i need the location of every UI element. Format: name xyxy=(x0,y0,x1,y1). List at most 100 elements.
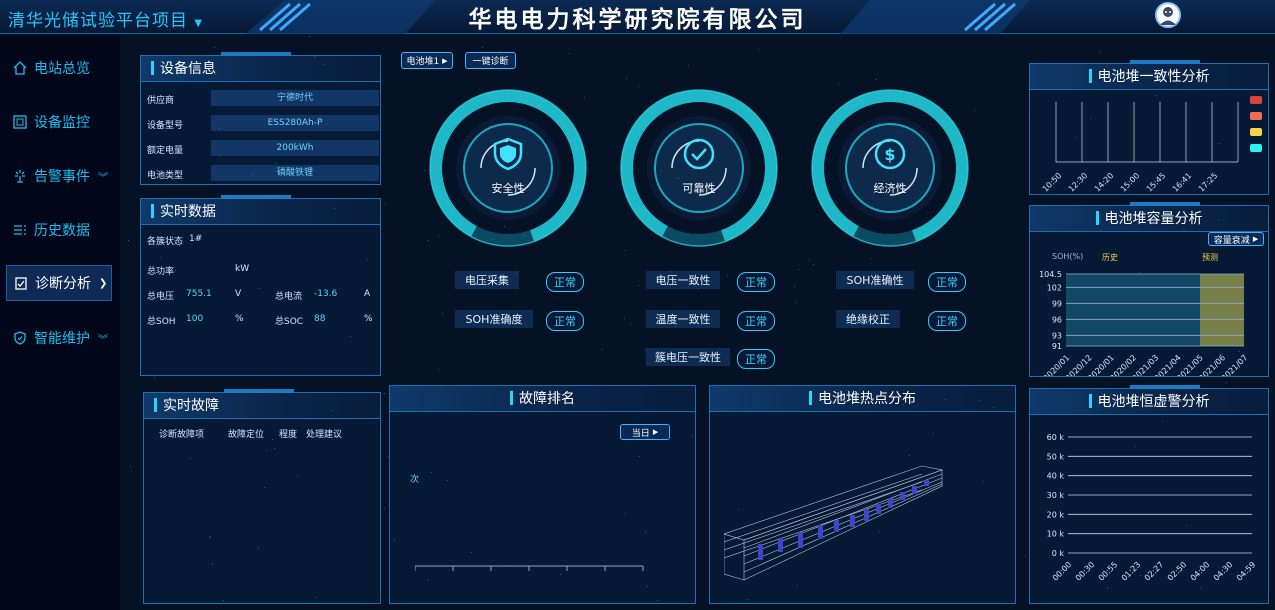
y-tick-label: 50 k xyxy=(1047,452,1065,461)
y-tick-label: 40 k xyxy=(1047,472,1065,481)
star-dot xyxy=(797,269,799,271)
star-dot xyxy=(423,169,425,171)
capacity-decay-label: 容量衰减 xyxy=(1213,235,1250,246)
period-select-button[interactable]: 当日 ▶ xyxy=(620,424,670,440)
page-title: 华电电力科学研究院有限公司 xyxy=(468,7,807,33)
total-voltage-unit: V xyxy=(235,289,242,299)
total-soc-unit: % xyxy=(364,314,373,324)
sidebar-item-label: 电站总览 xyxy=(34,61,90,77)
fault-ranking-panel: 故障排名 当日 ▶ 次 xyxy=(389,385,696,604)
x-tick-label: 14:20 xyxy=(1093,171,1116,192)
legend-swatch[interactable] xyxy=(1250,96,1262,104)
x-tick-label: 00:30 xyxy=(1074,560,1097,583)
total-soc-label: 总SOC xyxy=(275,317,304,327)
stack-select-button[interactable]: 电池堆1 ▶ xyxy=(401,52,453,69)
one-click-diagnosis-button[interactable]: 一键诊断 xyxy=(465,52,516,69)
x-tick-label: 02:50 xyxy=(1166,560,1189,583)
chevron-right-icon: ❯ xyxy=(99,277,108,289)
x-tick-label: 17:25 xyxy=(1197,171,1220,192)
star-dot xyxy=(128,240,130,242)
y-tick-label: 30 k xyxy=(1047,491,1065,500)
sidebar-item-label: 告警事件 xyxy=(34,169,90,185)
y-axis-unit: SOH(%) xyxy=(1052,252,1084,261)
total-power-label: 总功率 xyxy=(147,267,175,277)
star-dot xyxy=(629,323,631,325)
sidebar-item-maintenance[interactable]: 智能维护 ︾ xyxy=(6,320,112,356)
diag-status-badge[interactable]: 正常 xyxy=(737,311,775,331)
star-dot xyxy=(813,263,815,265)
panel-title: 电池堆一致性分析 xyxy=(1030,64,1268,90)
star-dot xyxy=(626,78,628,79)
info-label: 供应商 xyxy=(147,96,175,106)
diag-status-badge[interactable]: 正常 xyxy=(928,272,966,292)
total-current-unit: A xyxy=(364,289,371,299)
gauge-label: 可靠性 xyxy=(682,182,716,195)
legend-swatch[interactable] xyxy=(1250,144,1262,152)
realtime-faults-panel: 实时故障 诊断故障项 故障定位 程度 处理建议 xyxy=(143,389,381,604)
diag-item-label: SOH准确度 xyxy=(455,310,533,328)
sidebar-item-history[interactable]: 历史数据 xyxy=(6,212,112,248)
star-dot xyxy=(809,260,811,262)
history-icon xyxy=(12,222,28,238)
user-avatar-icon[interactable] xyxy=(1155,2,1181,28)
diag-item-label: 绝缘校正 xyxy=(836,310,900,328)
top-header: 清华光储试验平台项目 ▼ 华电电力科学研究院有限公司 xyxy=(0,0,1275,34)
sidebar-item-diagnosis[interactable]: 诊断分析 ❯ xyxy=(6,265,112,301)
diag-status-badge[interactable]: 正常 xyxy=(737,272,775,292)
panel-title: 电池堆恒虚警分析 xyxy=(1030,389,1268,415)
x-axis xyxy=(415,565,644,571)
x-tick-label: 04:59 xyxy=(1235,560,1258,583)
star-dot xyxy=(974,110,976,112)
legend-swatch[interactable] xyxy=(1250,128,1262,136)
diag-item-label: 簇电压一致性 xyxy=(646,348,730,366)
diag-status-badge[interactable]: 正常 xyxy=(546,311,584,331)
x-tick-label: 00:00 xyxy=(1051,560,1074,583)
x-tick-label: 02:27 xyxy=(1143,560,1166,583)
legend-swatch[interactable] xyxy=(1250,112,1262,120)
star-dot xyxy=(624,317,625,319)
y-tick-label: 93 xyxy=(1052,331,1062,340)
panel-header: 设备信息 xyxy=(141,56,380,82)
star-dot xyxy=(602,348,604,350)
star-dot xyxy=(384,203,386,205)
y-tick-label: 60 k xyxy=(1047,433,1065,442)
home-icon xyxy=(12,60,28,76)
caret-right-icon: ▶ xyxy=(1252,235,1259,243)
sidebar-item-monitor[interactable]: 设备监控 xyxy=(6,104,112,140)
hotspot-3d-chart[interactable] xyxy=(724,462,954,586)
capacity-decay-button[interactable]: 容量衰减 ▶ xyxy=(1208,232,1264,246)
star-dot xyxy=(870,258,872,260)
dollar-icon: $ xyxy=(874,138,906,170)
y-tick-label: 104.5 xyxy=(1039,270,1062,279)
y-axis-unit: 次 xyxy=(410,475,420,485)
diag-status-badge[interactable]: 正常 xyxy=(546,272,584,292)
total-soh-value: 100 xyxy=(186,314,204,324)
svg-text:$: $ xyxy=(884,145,895,164)
total-voltage-label: 总电压 xyxy=(147,292,175,302)
cluster-status-value[interactable]: 1# xyxy=(189,234,202,244)
diag-status-badge[interactable]: 正常 xyxy=(737,349,775,369)
x-tick-label: 01:23 xyxy=(1120,560,1143,583)
total-current-value: -13.6 xyxy=(314,289,338,299)
x-tick-label: 15:45 xyxy=(1145,171,1168,192)
shield-check-icon xyxy=(12,330,28,346)
star-dot xyxy=(795,302,797,304)
x-tick-label: 10:50 xyxy=(1041,171,1064,192)
star-dot xyxy=(625,250,627,251)
sidebar-item-overview[interactable]: 电站总览 xyxy=(6,50,112,86)
sidebar-item-alarms[interactable]: 告警事件 ︾ xyxy=(6,158,112,194)
star-dot xyxy=(1098,51,1100,53)
x-tick-label: 15:00 xyxy=(1119,171,1142,192)
info-value: 宁德时代 xyxy=(211,90,379,106)
y-tick-label: 10 k xyxy=(1047,530,1065,539)
y-tick-label: 102 xyxy=(1047,283,1062,292)
star-dot xyxy=(876,78,878,80)
total-power-unit: kW xyxy=(235,264,250,274)
total-voltage-value: 755.1 xyxy=(186,289,212,299)
consistency-panel: 电池堆一致性分析 10:50 12:30 14:20 15:00 15:45 16:41 1… xyxy=(1029,60,1269,195)
hotspot-panel: 电池堆热点分布 xyxy=(709,385,1016,604)
alarm-icon xyxy=(12,168,28,184)
sidebar-item-label: 设备监控 xyxy=(34,115,90,131)
diag-status-badge[interactable]: 正常 xyxy=(928,311,966,331)
consistency-chart: 10:50 12:30 14:20 15:00 15:45 16:41 17:25 xyxy=(1041,102,1239,192)
